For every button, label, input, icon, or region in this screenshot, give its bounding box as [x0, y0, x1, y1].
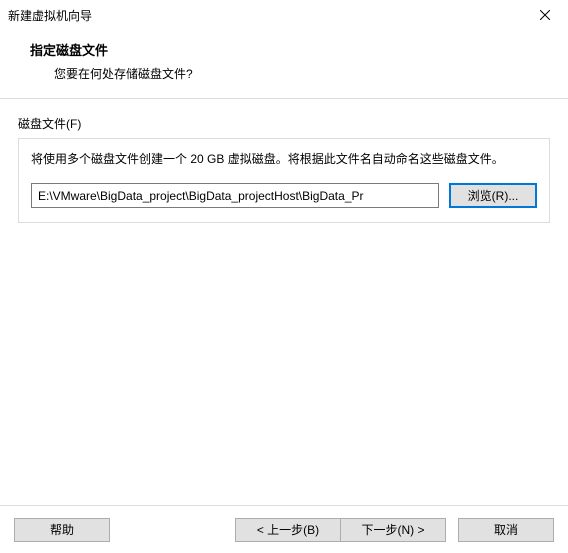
- nav-button-group: < 上一步(B) 下一步(N) > 取消: [235, 518, 554, 542]
- cancel-button[interactable]: 取消: [458, 518, 554, 542]
- back-button[interactable]: < 上一步(B): [235, 518, 341, 542]
- wizard-footer: 帮助 < 上一步(B) 下一步(N) > 取消: [0, 505, 568, 553]
- step-subtitle: 您要在何处存储磁盘文件?: [30, 65, 550, 82]
- window-title: 新建虚拟机向导: [8, 7, 522, 24]
- close-button[interactable]: [522, 0, 568, 30]
- close-icon: [540, 10, 550, 20]
- group-description: 将使用多个磁盘文件创建一个 20 GB 虚拟磁盘。将根据此文件名自动命名这些磁盘…: [31, 149, 537, 169]
- group-box-disk-file: 将使用多个磁盘文件创建一个 20 GB 虚拟磁盘。将根据此文件名自动命名这些磁盘…: [18, 138, 550, 223]
- titlebar: 新建虚拟机向导: [0, 0, 568, 30]
- path-row: 浏览(R)...: [31, 183, 537, 208]
- wizard-body: 磁盘文件(F) 将使用多个磁盘文件创建一个 20 GB 虚拟磁盘。将根据此文件名…: [0, 99, 568, 505]
- next-button[interactable]: 下一步(N) >: [340, 518, 446, 542]
- wizard-window: 新建虚拟机向导 指定磁盘文件 您要在何处存储磁盘文件? 磁盘文件(F) 将使用多…: [0, 0, 568, 553]
- wizard-header: 指定磁盘文件 您要在何处存储磁盘文件?: [0, 30, 568, 99]
- help-button[interactable]: 帮助: [14, 518, 110, 542]
- step-title: 指定磁盘文件: [30, 40, 550, 59]
- disk-file-path-input[interactable]: [31, 183, 439, 208]
- browse-button[interactable]: 浏览(R)...: [449, 183, 537, 208]
- group-label-disk-file: 磁盘文件(F): [18, 115, 550, 132]
